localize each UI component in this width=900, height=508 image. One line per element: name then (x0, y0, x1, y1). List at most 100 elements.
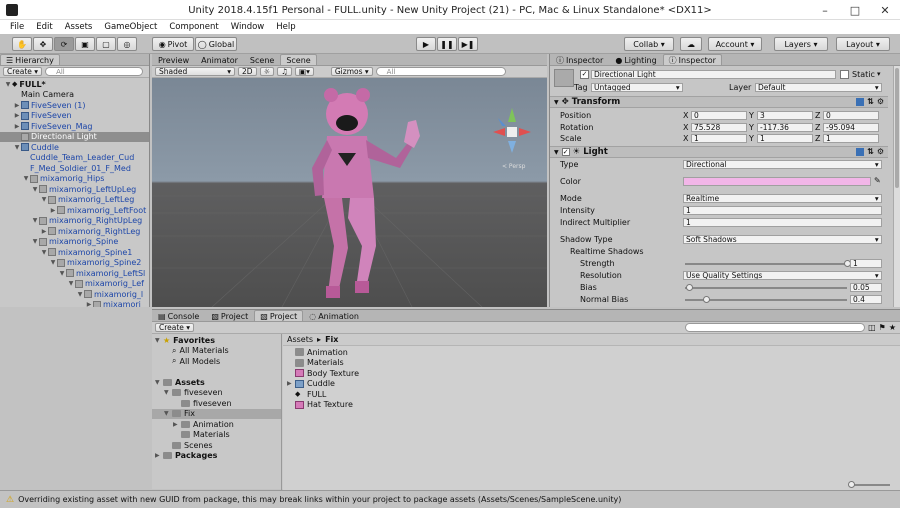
hierarchy-row[interactable]: ▶ mixamori (0, 300, 149, 307)
project-tree-item[interactable]: ▼ Fix (152, 408, 281, 419)
rotate-tool-icon[interactable]: ⟳ (54, 37, 74, 51)
breadcrumb-assets[interactable]: Assets (287, 335, 313, 344)
cloud-icon[interactable]: ☁ (680, 37, 702, 51)
project-tree-item[interactable] (152, 367, 281, 378)
gear-icon[interactable]: ⚙ (877, 97, 884, 106)
rotation-y-field[interactable]: -117.36 (757, 122, 813, 132)
scene-viewport[interactable]: < Persp (152, 78, 547, 307)
hierarchy-row[interactable]: ▼ mixamorig_Hips (0, 174, 149, 185)
collab-dropdown[interactable]: Collab ▾ (624, 37, 674, 51)
account-dropdown[interactable]: Account ▾ (708, 37, 762, 51)
preset-icon[interactable]: ⇅ (867, 97, 874, 106)
project-file-item[interactable]: Materials (283, 358, 900, 369)
intensity-field[interactable]: 1 (683, 206, 882, 215)
expand-arrow-icon[interactable]: ▼ (155, 337, 163, 344)
hierarchy-row[interactable]: ▼ mixamorig_LeftUpLeg (0, 184, 149, 195)
project-file-item[interactable]: ▶ Cuddle (283, 379, 900, 390)
tab-inspector-1[interactable]: ⓘ Inspector (550, 54, 609, 65)
expand-arrow-icon[interactable]: ▶ (287, 380, 295, 387)
breadcrumb-fix[interactable]: Fix (325, 335, 338, 344)
close-icon[interactable]: ✕ (870, 0, 900, 20)
strength-slider[interactable] (685, 260, 851, 267)
expand-arrow-icon[interactable]: ▶ (13, 123, 21, 130)
shading-mode-dropdown[interactable]: Shaded ▾ (155, 67, 235, 76)
object-name-field[interactable]: Directional Light (591, 70, 836, 79)
y-axis-label[interactable]: Y (749, 111, 754, 120)
transform-header[interactable]: ▼ ✥ Transform ⇅ ⚙ (550, 96, 888, 108)
tab-console[interactable]: ▤ Console (152, 310, 205, 321)
project-tree-item[interactable]: Scenes (152, 440, 281, 451)
filter-type-icon[interactable]: ◫ (868, 323, 876, 332)
project-file-item[interactable]: Animation (283, 347, 900, 358)
slider-knob[interactable] (848, 481, 855, 488)
layers-dropdown[interactable]: Layers ▾ (774, 37, 828, 51)
project-tree-item[interactable]: ▼ fiveseven (152, 388, 281, 399)
hierarchy-create-button[interactable]: Create ▾ (3, 67, 43, 76)
project-tree-item[interactable]: ▼ ★ Favorites (152, 335, 281, 346)
maximize-icon[interactable]: □ (840, 0, 870, 20)
hierarchy-row[interactable]: F_Med_Soldier_01_F_Med (0, 163, 149, 174)
project-file-item[interactable]: Hat Texture (283, 400, 900, 411)
strength-field[interactable]: 1 (850, 259, 882, 268)
gizmos-dropdown[interactable]: Gizmos ▾ (330, 67, 373, 76)
bias-slider[interactable] (685, 284, 847, 291)
y-axis-label[interactable]: Y (749, 134, 754, 143)
project-file-item[interactable]: ◆ FULL (283, 389, 900, 400)
normal-bias-slider[interactable] (685, 296, 847, 303)
static-dropdown-icon[interactable]: ▾ (877, 70, 881, 78)
minimize-icon[interactable]: – (810, 0, 840, 20)
project-tree-item[interactable]: fiveseven (152, 398, 281, 409)
rotation-z-field[interactable]: -95.094 (823, 122, 879, 132)
hierarchy-row[interactable]: Directional Light (0, 131, 149, 142)
layout-dropdown[interactable]: Layout ▾ (836, 37, 890, 51)
expand-arrow-icon[interactable]: ▶ (155, 452, 163, 459)
rotation-x-field[interactable]: 75.528 (691, 122, 747, 132)
expand-arrow-icon[interactable]: ▶ (40, 228, 48, 235)
hierarchy-row[interactable]: ▼ mixamorig_Spine1 (0, 247, 149, 258)
menu-edit[interactable]: Edit (30, 22, 58, 32)
expand-arrow-icon[interactable]: ▼ (40, 249, 48, 256)
tab-project-2[interactable]: ▧ Project (254, 310, 304, 321)
hierarchy-row[interactable]: Cuddle_Team_Leader_Cud (0, 153, 149, 164)
scene-search-input[interactable]: All (375, 67, 506, 76)
menu-help[interactable]: Help (270, 22, 301, 32)
star-icon[interactable]: ★ (889, 323, 896, 332)
project-tree-item[interactable]: Materials (152, 430, 281, 441)
shadow-type-dropdown[interactable]: Soft Shadows ▾ (683, 235, 882, 244)
hierarchy-row[interactable]: Main Camera (0, 90, 149, 101)
light-type-dropdown[interactable]: Directional ▾ (683, 160, 882, 169)
slider-knob[interactable] (686, 284, 694, 291)
help-icon[interactable] (856, 148, 864, 156)
menu-window[interactable]: Window (225, 22, 271, 32)
expand-arrow-icon[interactable]: ▶ (49, 207, 57, 214)
global-toggle[interactable]: ◯ Global (195, 37, 237, 51)
lighting-toggle-icon[interactable]: ☼ (259, 67, 275, 76)
tab-inspector-2[interactable]: ⓘ Inspector (662, 54, 722, 65)
expand-arrow-icon[interactable]: ▼ (76, 291, 84, 298)
help-icon[interactable] (856, 98, 864, 106)
expand-arrow-icon[interactable]: ▶ (85, 301, 93, 307)
project-tree-item[interactable]: ⌕ All Materials (152, 346, 281, 357)
z-axis-label[interactable]: Z (815, 123, 820, 132)
scale-tool-icon[interactable]: ▣ (75, 37, 95, 51)
pause-button[interactable]: ❚❚ (437, 37, 457, 51)
slider-knob[interactable] (703, 296, 711, 303)
hierarchy-row[interactable]: ▶ FiveSeven (0, 111, 149, 122)
project-create-button[interactable]: Create ▾ (155, 323, 195, 332)
indirect-field[interactable]: 1 (683, 218, 882, 227)
z-axis-label[interactable]: Z (815, 134, 820, 143)
hierarchy-row[interactable]: ▶ FiveSeven (1) (0, 100, 149, 111)
hierarchy-row[interactable]: ▼ mixamorig_l (0, 289, 149, 300)
hierarchy-row[interactable]: ▼ mixamorig_LeftLeg (0, 195, 149, 206)
tag-dropdown[interactable]: Untagged ▾ (591, 83, 683, 92)
scrollbar-thumb[interactable] (895, 68, 899, 188)
hierarchy-row[interactable]: ▶ mixamorig_RightLeg (0, 226, 149, 237)
normal-bias-field[interactable]: 0.4 (850, 295, 882, 304)
expand-arrow-icon[interactable]: ▼ (31, 186, 39, 193)
orientation-gizmo[interactable] (493, 108, 531, 153)
menu-component[interactable]: Component (163, 22, 224, 32)
expand-arrow-icon[interactable]: ▼ (31, 217, 39, 224)
project-file-item[interactable]: Body Texture (283, 368, 900, 379)
inspector-scrollbar[interactable] (893, 66, 900, 307)
filter-label-icon[interactable]: ⚑ (879, 323, 886, 332)
